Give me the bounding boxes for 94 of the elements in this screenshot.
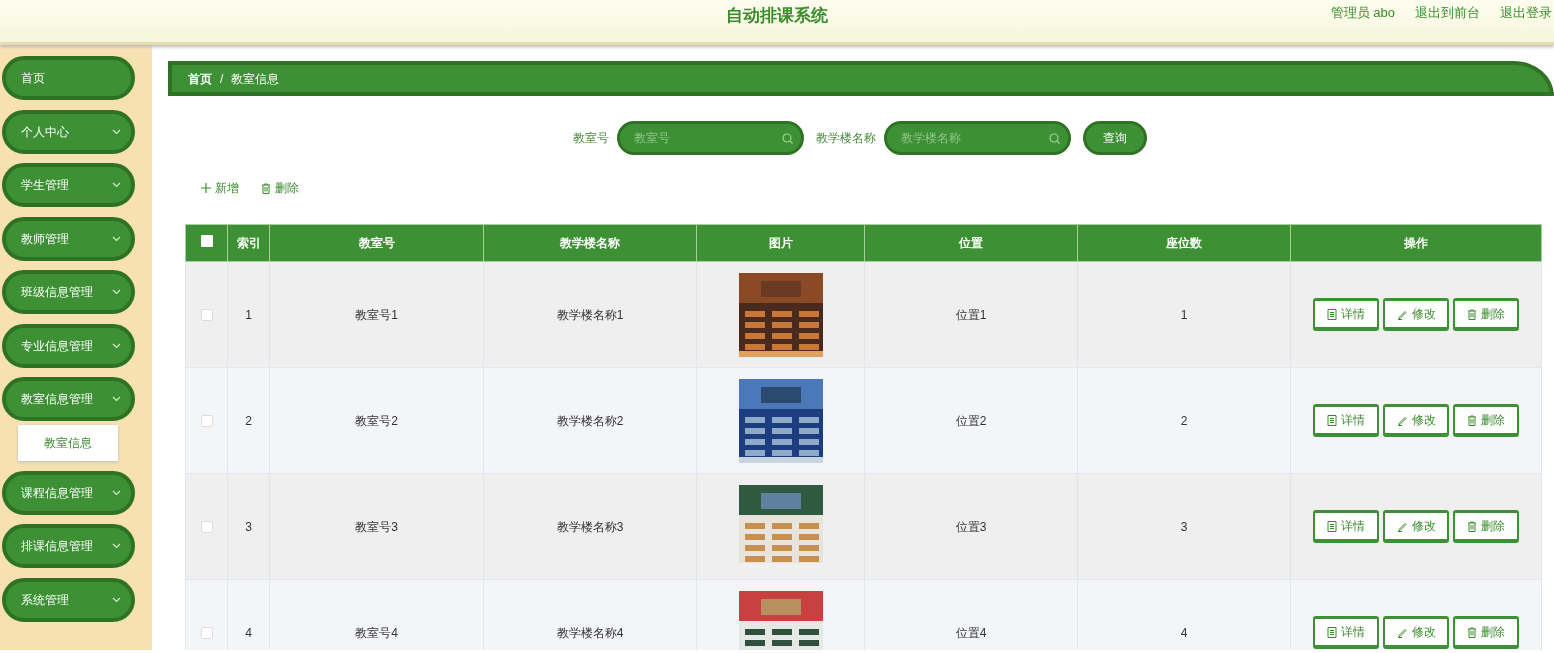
chevron-down-icon bbox=[112, 128, 121, 135]
table-cell: 位置3 bbox=[864, 473, 1078, 580]
sidebar-item[interactable]: 课程信息管理 bbox=[2, 470, 135, 515]
pencil-icon bbox=[1396, 308, 1408, 320]
table-cell: 1 bbox=[1077, 261, 1291, 368]
breadcrumb-separator: / bbox=[220, 70, 224, 88]
header-link[interactable]: 退出登录 bbox=[1500, 3, 1552, 23]
sidebar-item[interactable]: 系统管理 bbox=[2, 577, 135, 622]
delete-button[interactable]: 删除 bbox=[1453, 616, 1519, 649]
row-checkbox[interactable] bbox=[200, 627, 213, 640]
table-cell: 位置2 bbox=[864, 367, 1078, 474]
select-all-checkbox[interactable] bbox=[200, 235, 213, 247]
app-title: 自动排课系统 bbox=[726, 5, 828, 27]
trash-icon bbox=[261, 182, 271, 194]
chevron-down-icon bbox=[112, 289, 121, 295]
sidebar-item[interactable]: 首页 bbox=[2, 56, 135, 100]
submenu-item[interactable]: 教室信息 bbox=[18, 424, 118, 461]
delete-button[interactable]: 删除 bbox=[261, 180, 299, 196]
pencil-icon bbox=[1396, 414, 1408, 426]
trash-icon bbox=[1467, 626, 1477, 638]
pencil-icon bbox=[1396, 626, 1408, 638]
table-cell: 位置1 bbox=[864, 261, 1078, 368]
column-header: 图片 bbox=[696, 224, 865, 262]
edit-button[interactable]: 修改 bbox=[1383, 510, 1449, 543]
chevron-down-icon bbox=[112, 342, 121, 349]
table-cell: 位置4 bbox=[864, 579, 1078, 650]
user-name: 管理员 abo bbox=[1330, 4, 1395, 22]
add-button[interactable]: 新增 bbox=[201, 180, 239, 196]
sidebar-item[interactable]: 专业信息管理 bbox=[2, 323, 135, 368]
plus-icon bbox=[201, 183, 211, 193]
table-cell: 教室号4 bbox=[269, 579, 484, 650]
edit-button[interactable]: 修改 bbox=[1383, 298, 1449, 331]
column-header: 教学楼名称 bbox=[483, 224, 697, 262]
delete-button[interactable]: 删除 bbox=[1453, 510, 1519, 543]
row-checkbox[interactable] bbox=[200, 309, 213, 322]
chevron-down-icon bbox=[112, 396, 121, 402]
chevron-down-icon bbox=[112, 235, 121, 242]
table-cell: 4 bbox=[227, 579, 270, 650]
sidebar-item[interactable]: 教师管理 bbox=[2, 216, 135, 261]
table-cell: 3 bbox=[1077, 473, 1291, 580]
chevron-down-icon bbox=[112, 182, 121, 188]
table-cell: 教学楼名称3 bbox=[483, 473, 697, 580]
header-link[interactable]: 退出到前台 bbox=[1415, 3, 1480, 23]
column-header: 位置 bbox=[864, 224, 1078, 262]
table-cell: 教学楼名称1 bbox=[483, 261, 697, 368]
search-icon bbox=[1049, 133, 1060, 144]
table-cell: 3 bbox=[227, 473, 270, 580]
chevron-down-icon bbox=[112, 596, 121, 603]
edit-button[interactable]: 修改 bbox=[1383, 404, 1449, 437]
table-cell: 教室号3 bbox=[269, 473, 484, 580]
edit-button[interactable]: 修改 bbox=[1383, 616, 1449, 649]
row-checkbox[interactable] bbox=[200, 521, 213, 534]
trash-icon bbox=[1467, 520, 1477, 532]
trash-icon bbox=[1467, 414, 1477, 426]
sidebar-item[interactable]: 教室信息管理 bbox=[2, 377, 135, 421]
column-header: 教室号 bbox=[269, 224, 484, 262]
detail-button[interactable]: 详情 bbox=[1313, 510, 1379, 543]
column-header: 操作 bbox=[1290, 224, 1542, 262]
table-cell: 教室号1 bbox=[269, 261, 484, 368]
table-cell: 1 bbox=[227, 261, 270, 368]
sidebar-item[interactable]: 班级信息管理 bbox=[2, 270, 135, 314]
breadcrumb-link[interactable]: 首页 bbox=[188, 69, 212, 88]
sidebar-item[interactable]: 个人中心 bbox=[2, 109, 135, 154]
detail-button[interactable]: 详情 bbox=[1313, 616, 1379, 649]
document-icon bbox=[1327, 308, 1337, 320]
table-cell: 2 bbox=[227, 367, 270, 474]
sidebar-item[interactable]: 学生管理 bbox=[2, 163, 135, 207]
chevron-down-icon bbox=[112, 543, 121, 549]
search-field[interactable]: 教学楼名称 bbox=[884, 121, 1071, 155]
sidebar-item[interactable]: 排课信息管理 bbox=[2, 524, 135, 568]
chevron-down-icon bbox=[112, 489, 121, 496]
detail-button[interactable]: 详情 bbox=[1313, 298, 1379, 331]
column-header: 座位数 bbox=[1077, 224, 1291, 262]
table-cell: 4 bbox=[1077, 579, 1291, 650]
trash-icon bbox=[1467, 308, 1477, 320]
pencil-icon bbox=[1396, 520, 1408, 532]
document-icon bbox=[1327, 520, 1337, 532]
document-icon bbox=[1327, 626, 1337, 638]
table-cell: 教学楼名称4 bbox=[483, 579, 697, 650]
search-field[interactable]: 教室号 bbox=[617, 121, 804, 155]
table-cell: 2 bbox=[1077, 367, 1291, 474]
delete-button[interactable]: 删除 bbox=[1453, 298, 1519, 331]
column-header: 索引 bbox=[227, 224, 270, 262]
breadcrumb-current: 教室信息 bbox=[231, 70, 280, 88]
table-cell: 教学楼名称2 bbox=[483, 367, 697, 474]
table-cell: 教室号2 bbox=[269, 367, 484, 474]
search-button[interactable]: 查询 bbox=[1083, 121, 1147, 155]
row-checkbox[interactable] bbox=[200, 415, 213, 428]
search-icon bbox=[782, 133, 793, 144]
field-label: 教室号 bbox=[573, 130, 609, 147]
delete-button[interactable]: 删除 bbox=[1453, 404, 1519, 437]
document-icon bbox=[1327, 414, 1337, 426]
detail-button[interactable]: 详情 bbox=[1313, 404, 1379, 437]
field-label: 教学楼名称 bbox=[816, 130, 876, 147]
